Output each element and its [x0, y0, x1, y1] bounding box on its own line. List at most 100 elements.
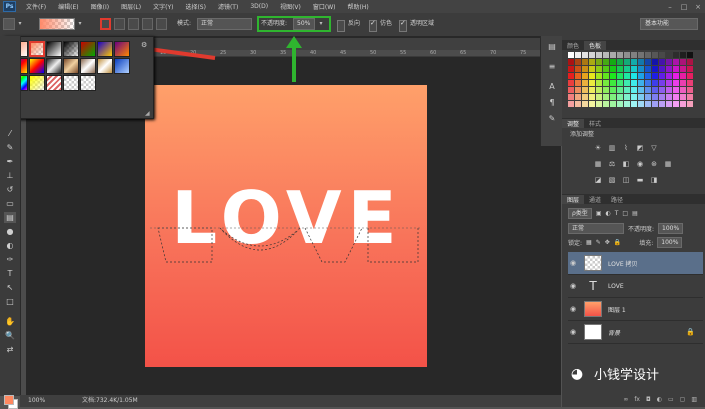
tab-swatches[interactable]: 色板	[584, 40, 607, 50]
color-swatch[interactable]	[568, 73, 574, 79]
eraser-tool-icon[interactable]: ▭	[4, 198, 16, 209]
gradient-preset-selected[interactable]	[29, 41, 45, 57]
color-swatch[interactable]	[631, 94, 637, 100]
tab-paths[interactable]: 路径	[606, 195, 628, 204]
resize-handle-icon[interactable]: ◢	[145, 110, 151, 117]
color-swatch[interactable]	[638, 73, 644, 79]
color-swatch[interactable]	[673, 87, 679, 93]
color-swatch[interactable]	[582, 87, 588, 93]
tab-channels[interactable]: 通道	[584, 195, 606, 204]
filter-pixel-icon[interactable]: ▣	[596, 210, 602, 217]
brightness-icon[interactable]: ☀	[594, 144, 602, 152]
color-swatch[interactable]	[589, 59, 595, 65]
path-selection-tool-icon[interactable]: ↖	[4, 282, 16, 293]
color-swatch[interactable]	[687, 52, 693, 58]
color-swatch[interactable]	[568, 80, 574, 86]
lock-paint-icon[interactable]: ✎	[596, 239, 601, 246]
color-swatch[interactable]	[568, 66, 574, 72]
color-swatch[interactable]	[680, 66, 686, 72]
color-swatch[interactable]	[631, 66, 637, 72]
filter-smart-icon[interactable]: ▤	[632, 210, 638, 217]
color-swatch[interactable]	[610, 52, 616, 58]
color-swatch[interactable]	[680, 73, 686, 79]
color-swatch[interactable]	[680, 87, 686, 93]
color-swatch[interactable]	[652, 80, 658, 86]
vibrance-icon[interactable]: ▽	[650, 144, 658, 152]
color-swatch[interactable]	[680, 94, 686, 100]
gradient-preset[interactable]	[97, 58, 113, 74]
color-swatch[interactable]	[631, 59, 637, 65]
color-swatch[interactable]	[603, 80, 609, 86]
color-swatch[interactable]	[680, 52, 686, 58]
blend-mode-select[interactable]: 正常	[568, 222, 624, 234]
gradient-preset[interactable]	[29, 75, 45, 91]
gradient-preset[interactable]	[114, 58, 130, 74]
color-swatch[interactable]	[575, 101, 581, 107]
color-swatch[interactable]	[575, 94, 581, 100]
color-swatch[interactable]	[603, 73, 609, 79]
color-swatch[interactable]	[680, 80, 686, 86]
color-swatch[interactable]	[638, 80, 644, 86]
color-swatch[interactable]	[582, 101, 588, 107]
color-swatch[interactable]	[582, 52, 588, 58]
fill-input[interactable]: 100%	[657, 236, 683, 248]
gear-icon[interactable]: ⚙	[141, 41, 149, 49]
layer-row-layer1[interactable]: ◉ 图层 1	[568, 298, 703, 321]
color-swatch[interactable]	[666, 94, 672, 100]
levels-icon[interactable]: ▥	[608, 144, 616, 152]
color-swatch[interactable]	[624, 59, 630, 65]
color-swatch[interactable]	[631, 101, 637, 107]
color-swatch[interactable]	[596, 66, 602, 72]
zoom-level[interactable]: 100%	[28, 395, 45, 407]
color-swatch[interactable]	[659, 59, 665, 65]
color-swatch[interactable]	[596, 73, 602, 79]
gradient-preset[interactable]	[80, 58, 96, 74]
color-swatch[interactable]	[638, 66, 644, 72]
color-swatch[interactable]	[617, 87, 623, 93]
gradient-preset[interactable]	[63, 41, 79, 57]
hand-tool-icon[interactable]: ✋	[4, 316, 16, 327]
color-swatch[interactable]	[596, 87, 602, 93]
color-swatch[interactable]	[631, 52, 637, 58]
eye-icon[interactable]: ◉	[568, 282, 578, 290]
color-swatch[interactable]	[582, 73, 588, 79]
gradient-preset[interactable]	[80, 41, 96, 57]
document-info[interactable]: 文档:732.4K/1.05M	[82, 395, 138, 407]
color-swatch[interactable]	[666, 80, 672, 86]
color-swatch[interactable]	[596, 94, 602, 100]
color-swatch[interactable]	[610, 87, 616, 93]
brush-tool-icon[interactable]: ✒	[4, 156, 16, 167]
gradient-preset[interactable]	[29, 58, 45, 74]
color-swatch[interactable]	[645, 94, 651, 100]
color-swatch[interactable]	[645, 66, 651, 72]
trash-icon[interactable]: ▥	[691, 396, 697, 407]
new-layer-icon[interactable]: ▢	[680, 396, 686, 407]
dodge-tool-icon[interactable]: ◐	[4, 240, 16, 251]
color-swatch[interactable]	[624, 87, 630, 93]
color-swatch[interactable]	[687, 59, 693, 65]
color-swatch[interactable]	[582, 59, 588, 65]
color-swatch[interactable]	[638, 87, 644, 93]
pen-tool-icon[interactable]: ✑	[4, 254, 16, 265]
color-swatch[interactable]	[645, 73, 651, 79]
layer-row-background[interactable]: ◉ 背景 🔒	[568, 321, 703, 344]
color-swatch[interactable]	[603, 52, 609, 58]
gradient-preset[interactable]	[97, 75, 113, 91]
gradient-preset[interactable]	[46, 58, 62, 74]
color-swatch[interactable]	[568, 87, 574, 93]
invert-icon[interactable]: ◪	[594, 176, 602, 184]
character-panel-icon[interactable]: A	[547, 82, 557, 92]
color-swatch[interactable]	[687, 94, 693, 100]
color-swatch[interactable]	[652, 52, 658, 58]
gradient-preset[interactable]	[46, 41, 62, 57]
filter-adjust-icon[interactable]: ◐	[605, 210, 610, 217]
color-swatch[interactable]	[659, 101, 665, 107]
lock-all-icon[interactable]: 🔒	[614, 239, 621, 246]
lock-move-icon[interactable]: ✥	[605, 239, 610, 246]
color-swatch[interactable]	[673, 101, 679, 107]
type-tool-icon[interactable]: T	[4, 268, 16, 279]
color-swatch[interactable]	[617, 66, 623, 72]
color-swatch[interactable]	[568, 59, 574, 65]
color-swatch[interactable]	[687, 87, 693, 93]
color-swatch[interactable]	[659, 66, 665, 72]
